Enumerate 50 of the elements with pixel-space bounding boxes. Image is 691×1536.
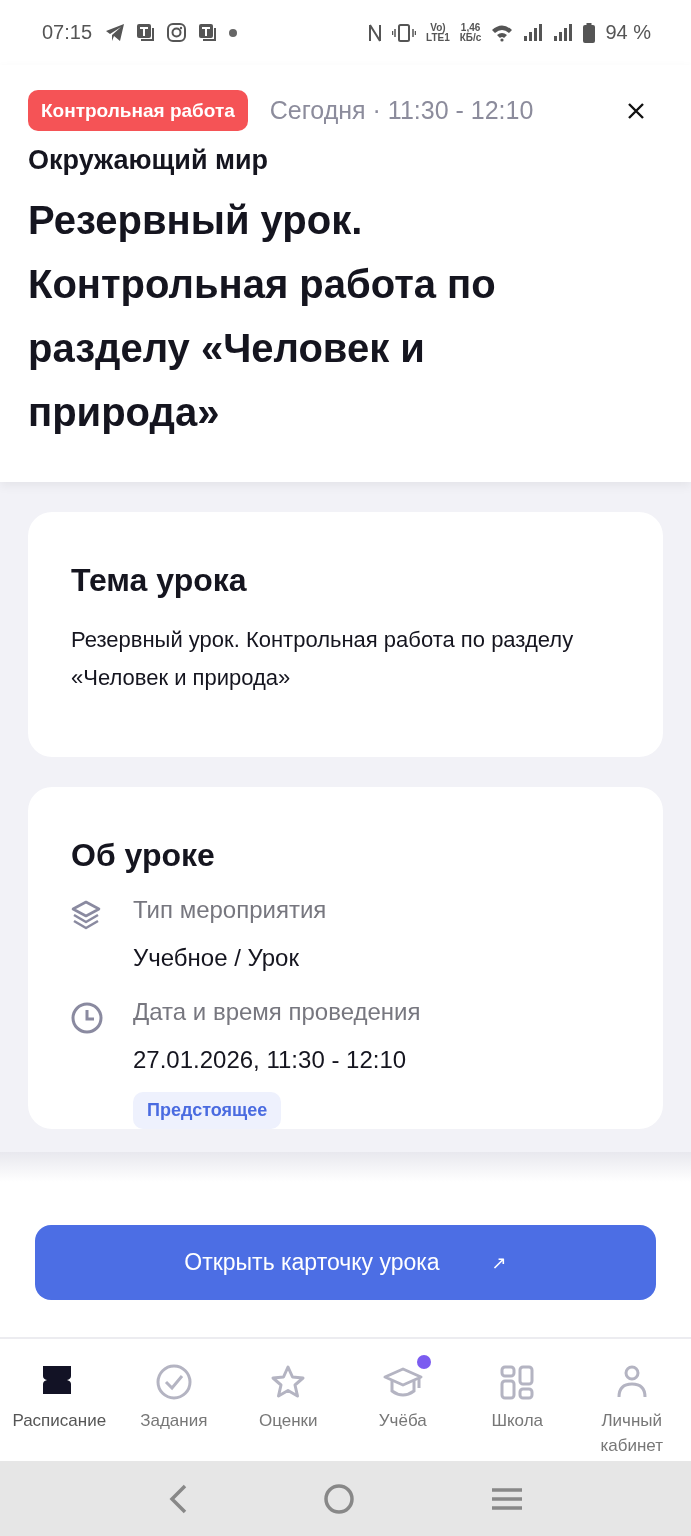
home-icon — [323, 1482, 356, 1515]
signal-icon — [523, 23, 544, 42]
camera-icon — [166, 22, 188, 43]
grid-icon — [499, 1364, 536, 1400]
close-icon — [627, 101, 645, 120]
battery-percent: 94 % — [605, 21, 651, 44]
nav-tab[interactable]: Задания — [116, 1339, 231, 1461]
home-button[interactable] — [323, 1482, 356, 1515]
network-label: LTE1 — [426, 32, 450, 43]
arrow-icon: ↗ — [491, 1251, 507, 1274]
nfc-icon — [368, 22, 383, 43]
vibrate-icon — [392, 22, 417, 43]
nav-tab[interactable]: Личный кабинет — [574, 1339, 689, 1461]
app-icon — [197, 22, 219, 43]
signal-icon — [553, 23, 574, 42]
info-label: Тип мероприятия — [133, 896, 327, 924]
telegram-icon — [104, 22, 126, 43]
info-value: Учебное / Урок — [133, 944, 299, 972]
nav-tab[interactable]: Школа — [460, 1339, 575, 1461]
star-icon — [270, 1364, 307, 1400]
open-lesson-button[interactable]: Открыть карточку урока ↗ — [35, 1225, 656, 1300]
back-icon — [167, 1483, 188, 1514]
nav-tab[interactable]: Расписание — [2, 1339, 117, 1461]
menu-icon — [491, 1486, 524, 1511]
lesson-title: Резервный урок. Контрольная работа по разделу «Человек и природа» — [28, 197, 497, 436]
layers-icon — [71, 900, 103, 932]
info-value: 27.01.2026, 11:30 - 12:10 — [133, 1046, 407, 1074]
clock-time: 07:15 — [42, 21, 93, 44]
back-button[interactable] — [167, 1483, 188, 1514]
check-circle-icon — [155, 1364, 192, 1400]
wifi-icon — [491, 23, 514, 42]
speed-unit: КБ/с — [459, 32, 482, 43]
topic-text: Резервный урок. Контрольная работа по разделу «Человек и природа» — [71, 626, 575, 692]
subject-name: Окружающий мир — [28, 145, 270, 176]
speed-value: 1,46 — [460, 22, 481, 33]
card-title: Об уроке — [71, 837, 216, 874]
info-label: Дата и время проведения — [133, 998, 421, 1026]
battery-icon — [583, 22, 596, 43]
app-icon — [135, 22, 157, 43]
nav-tab[interactable]: Оценки — [231, 1339, 346, 1461]
volte-label: Vo) — [430, 22, 446, 33]
clock-icon — [71, 1002, 103, 1034]
dot-icon — [228, 27, 239, 38]
recents-button[interactable] — [491, 1486, 524, 1511]
card-title: Тема урока — [71, 562, 248, 599]
status-badge: Предстоящее — [133, 1092, 282, 1129]
lesson-time: Сегодня · 11:30 - 12:10 — [269, 96, 535, 125]
close-button[interactable] — [627, 101, 645, 120]
nav-tab[interactable]: Учёба — [345, 1339, 460, 1461]
lesson-type-tag: Контрольная работа — [28, 90, 248, 131]
